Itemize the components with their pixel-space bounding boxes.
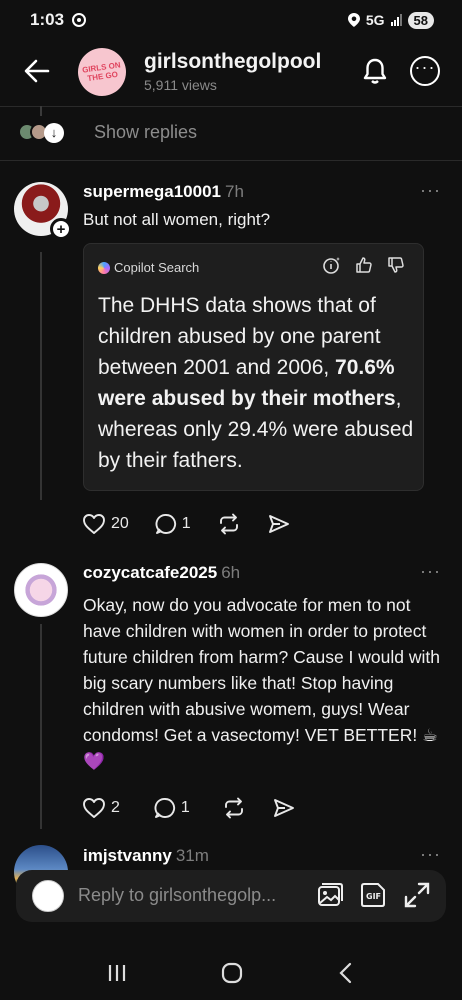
share-send-icon[interactable] xyxy=(272,797,296,819)
reply-input[interactable]: Reply to girlsonthegolp... xyxy=(78,885,276,906)
copilot-logo-icon xyxy=(98,261,110,274)
show-replies-label[interactable]: Show replies xyxy=(94,122,197,143)
avatar xyxy=(32,880,64,912)
comment-bubble-icon xyxy=(154,798,175,818)
like-button[interactable]: 20 xyxy=(82,513,129,535)
author-username[interactable]: girlsonthegolpool xyxy=(144,50,321,74)
like-count: 2 xyxy=(111,799,120,816)
post-header: GIRLS ON THE GO girlsonthegolpool 5,911 … xyxy=(0,44,462,104)
thread-line xyxy=(40,252,42,500)
image-gallery-icon[interactable] xyxy=(314,880,344,910)
comment-actions: 20 1 xyxy=(82,513,291,535)
username-text[interactable]: supermega10001 xyxy=(83,182,221,201)
avatar-logo-text: GIRLS ON THE GO xyxy=(81,60,122,84)
comment-time: 7h xyxy=(224,182,244,201)
signal-icon xyxy=(390,14,402,26)
comment-time: 6h xyxy=(221,563,241,582)
more-options-icon[interactable]: ··· xyxy=(410,56,440,86)
reply-button[interactable]: 1 xyxy=(155,513,191,535)
comment-username[interactable]: cozycatcafe2025 6h xyxy=(83,563,240,583)
thumbs-up-icon[interactable] xyxy=(355,256,373,274)
divider xyxy=(0,160,462,161)
heart-icon xyxy=(83,514,105,534)
comment-more-icon[interactable]: ··· xyxy=(420,180,441,201)
author-avatar[interactable]: GIRLS ON THE GO xyxy=(74,44,130,100)
username-text[interactable]: imjstvanny xyxy=(83,846,172,865)
share-send-icon[interactable] xyxy=(267,513,291,535)
repost-icon[interactable] xyxy=(222,797,246,819)
comment-bubble-icon xyxy=(155,514,176,534)
battery-icon: 58 xyxy=(407,11,434,29)
battery-level: 58 xyxy=(413,12,428,28)
status-time: 1:03 xyxy=(30,10,65,29)
copilot-actions xyxy=(323,256,405,274)
svg-text:GIF: GIF xyxy=(366,892,381,901)
comment-username[interactable]: supermega10001 7h xyxy=(83,182,244,202)
heart-icon xyxy=(83,798,105,818)
username-text[interactable]: cozycatcafe2025 xyxy=(83,563,217,582)
avatar[interactable] xyxy=(14,563,68,617)
divider xyxy=(0,106,462,107)
copilot-search-card[interactable]: Copilot Search The DHHS data shows that … xyxy=(83,243,424,491)
system-nav-bar xyxy=(0,945,462,1000)
comment-text: Okay, now do you advocate for men to not… xyxy=(83,595,440,771)
copilot-header: Copilot Search xyxy=(98,260,199,275)
repost-icon[interactable] xyxy=(217,513,241,535)
comment-username[interactable]: imjstvanny 31m xyxy=(83,846,209,866)
home-icon[interactable] xyxy=(220,961,244,985)
back-nav-icon[interactable] xyxy=(336,961,356,985)
status-bar: 1:03 5G 58 xyxy=(0,0,462,40)
view-count: 5,911 views xyxy=(144,77,217,93)
arrow-down-icon: ↓ xyxy=(44,122,64,143)
comment-time: 31m xyxy=(175,846,209,865)
thumbs-down-icon[interactable] xyxy=(387,256,405,274)
like-button[interactable]: 2 xyxy=(82,797,120,819)
comment-actions: 2 1 xyxy=(82,797,296,819)
comment-more-icon[interactable]: ··· xyxy=(420,844,441,865)
copilot-title: Copilot Search xyxy=(114,260,200,275)
thread-line xyxy=(40,624,42,829)
network-label: 5G xyxy=(365,12,385,28)
reply-avatars: ↓ xyxy=(18,122,64,143)
location-icon xyxy=(347,13,360,27)
reply-button[interactable]: 1 xyxy=(154,797,190,819)
reply-count: 1 xyxy=(180,799,190,816)
like-count: 20 xyxy=(111,515,129,532)
reply-count: 1 xyxy=(181,515,191,532)
back-arrow-icon[interactable] xyxy=(24,58,50,90)
copilot-answer: The DHHS data shows that of children abu… xyxy=(98,290,414,476)
info-sparkle-icon[interactable] xyxy=(323,256,341,274)
show-replies-row[interactable]: ↓ Show replies xyxy=(18,122,197,143)
reply-bar[interactable]: Reply to girlsonthegolp... GIF xyxy=(16,870,446,922)
gif-icon[interactable]: GIF xyxy=(358,880,388,910)
reply-tools: GIF xyxy=(314,880,432,910)
app-notification-icon xyxy=(72,13,87,27)
bell-icon[interactable] xyxy=(360,56,390,86)
thread-line xyxy=(40,106,42,116)
recent-apps-icon[interactable] xyxy=(106,963,128,983)
comment-text: But not all women, right? xyxy=(83,210,271,229)
comment-more-icon[interactable]: ··· xyxy=(420,561,441,582)
expand-icon[interactable] xyxy=(402,880,432,910)
follow-plus-icon[interactable]: + xyxy=(50,218,72,240)
